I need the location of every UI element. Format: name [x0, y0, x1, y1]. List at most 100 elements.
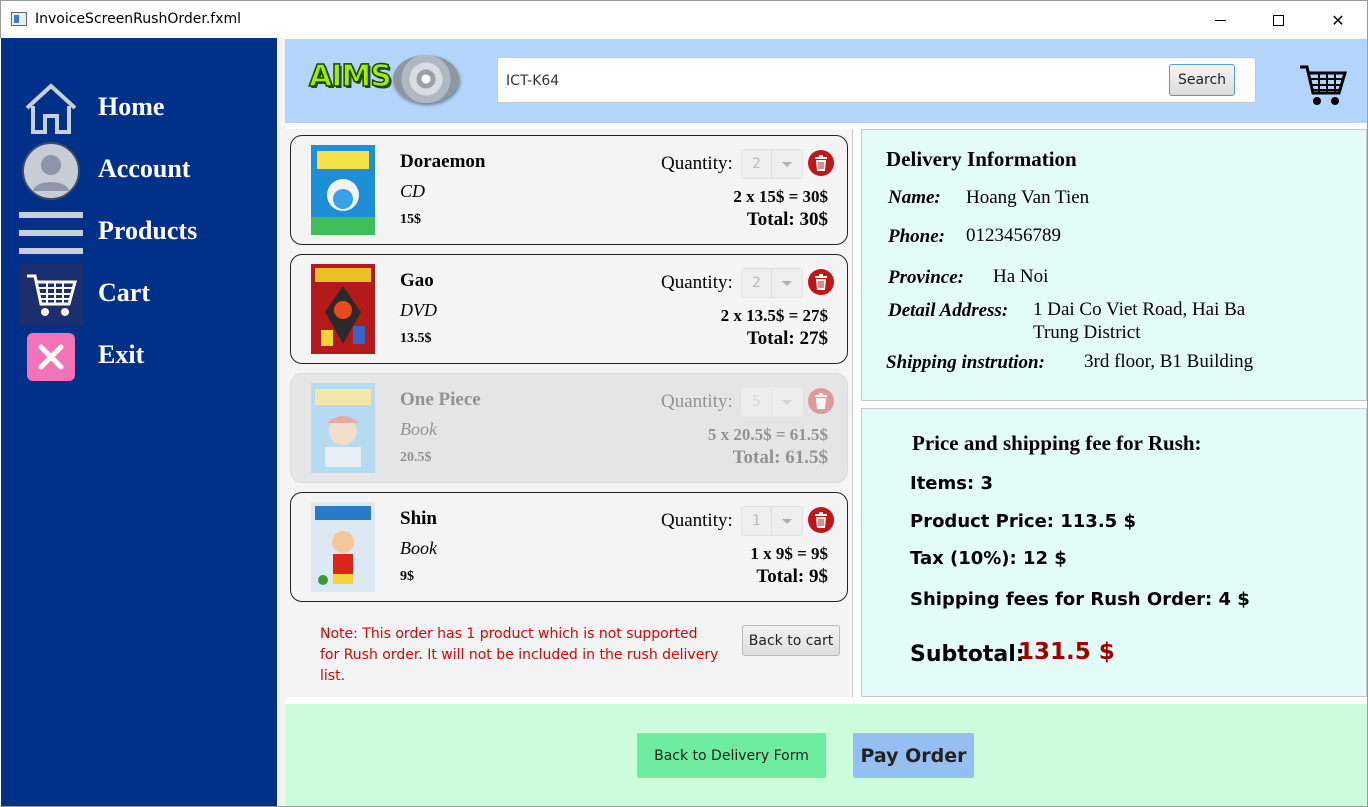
cart-item: Gao DVD 13.5$ Quantity: 2 2 x 13.5$ = 27…	[290, 254, 848, 364]
window-title: InvoiceScreenRushOrder.fxml	[35, 11, 242, 27]
product-image	[311, 264, 375, 354]
header: AIMS Search	[285, 39, 1367, 123]
product-type: Book	[400, 538, 437, 558]
sidebar-item-exit[interactable]: Exit	[1, 326, 277, 388]
back-to-delivery-form-button[interactable]: Back to Delivery Form	[637, 733, 826, 778]
cd-icon	[393, 55, 459, 103]
quantity-value: 2	[752, 156, 761, 172]
item-total: Total: 30$	[746, 209, 828, 230]
minimize-icon[interactable]	[1191, 1, 1249, 39]
phone-label: Phone:	[888, 226, 945, 247]
delete-icon[interactable]	[808, 269, 834, 295]
quantity-label: Quantity:	[661, 153, 733, 174]
cart-list-panel: Doraemon CD 15$ Quantity: 2 2 x 15$ = 30…	[285, 129, 853, 697]
product-price: 9$	[400, 569, 414, 584]
item-formula: 5 x 20.5$ = 61.5$	[707, 425, 828, 444]
sidebar-item-label: Home	[98, 92, 165, 121]
app-icon	[11, 12, 27, 26]
search-input[interactable]	[506, 70, 1146, 92]
product-image	[311, 502, 375, 592]
product-image	[311, 145, 375, 235]
item-total: Total: 27$	[746, 328, 828, 349]
sidebar-item-label: Account	[98, 154, 191, 183]
cart-icon[interactable]	[1299, 63, 1348, 107]
price-title: Price and shipping fee for Rush:	[912, 431, 1202, 455]
instruction-label: Shipping instrution:	[886, 352, 1045, 373]
quantity-select[interactable]: 2	[741, 149, 803, 179]
item-total: Total: 61.5$	[732, 447, 828, 468]
sidebar-item-label: Products	[98, 216, 198, 245]
subtotal-value: 131.5 $	[1018, 639, 1115, 665]
product-type: DVD	[400, 300, 437, 320]
rush-order-note: Note: This order has 1 product which is …	[320, 626, 719, 684]
exit-icon	[19, 326, 83, 388]
product-price-total: Product Price: 113.5 $	[910, 511, 1136, 532]
product-name: Shin	[400, 508, 437, 529]
quantity-label: Quantity:	[661, 510, 733, 531]
address-value-line1: 1 Dai Co Viet Road, Hai Ba	[1033, 299, 1246, 320]
product-price: 15$	[400, 212, 421, 227]
account-icon	[19, 140, 83, 202]
maximize-icon[interactable]	[1249, 1, 1307, 39]
product-price: 13.5$	[400, 331, 432, 346]
address-label: Detail Address:	[888, 300, 1009, 321]
quantity-label: Quantity:	[661, 272, 733, 293]
address-value-line2: Trung District	[1033, 322, 1141, 343]
items-count: Items: 3	[910, 473, 993, 494]
product-type: CD	[400, 181, 426, 201]
sidebar-item-cart[interactable]: Cart	[1, 264, 277, 326]
delete-icon	[808, 388, 834, 414]
province-label: Province:	[888, 267, 964, 288]
chevron-down-icon	[782, 162, 792, 167]
cart-item: Doraemon CD 15$ Quantity: 2 2 x 15$ = 30…	[290, 135, 848, 245]
quantity-value: 5	[752, 394, 761, 410]
phone-value: 0123456789	[966, 225, 1061, 246]
delete-icon[interactable]	[808, 507, 834, 533]
delete-icon[interactable]	[808, 150, 834, 176]
tax-amount: Tax (10%): 12 $	[910, 548, 1067, 569]
name-value: Hoang Van Tien	[966, 187, 1090, 208]
subtotal-label: Subtotal:	[910, 642, 1025, 667]
sidebar-item-products[interactable]: Products	[1, 202, 277, 264]
sidebar-item-label: Cart	[98, 278, 150, 307]
back-to-cart-button[interactable]: Back to cart	[742, 625, 840, 656]
chevron-down-icon	[782, 281, 792, 286]
cart-item-unsupported: One Piece Book 20.5$ Quantity: 5 5 x 20.…	[290, 373, 848, 483]
instruction-value: 3rd floor, B1 Building	[1084, 351, 1254, 372]
window-titlebar: InvoiceScreenRushOrder.fxml ✕	[0, 0, 1368, 38]
cart-icon	[19, 264, 83, 326]
search-button[interactable]: Search	[1169, 64, 1235, 96]
shipping-fee: Shipping fees for Rush Order: 4 $	[910, 589, 1250, 610]
app-logo: AIMS	[308, 58, 392, 95]
product-name: Doraemon	[400, 151, 486, 172]
sidebar-item-label: Exit	[98, 340, 145, 369]
item-total: Total: 9$	[756, 566, 828, 587]
sidebar-item-home[interactable]: Home	[1, 78, 277, 140]
quantity-select: 5	[741, 387, 803, 417]
home-icon	[19, 78, 83, 140]
chevron-down-icon	[782, 519, 792, 524]
province-value: Ha Noi	[993, 266, 1049, 287]
quantity-value: 1	[752, 513, 761, 529]
separator	[277, 38, 285, 806]
sidebar-item-account[interactable]: Account	[1, 140, 277, 202]
product-name: Gao	[400, 270, 434, 291]
item-formula: 1 x 9$ = 9$	[750, 544, 828, 563]
menu-icon	[19, 202, 83, 264]
price-panel: Price and shipping fee for Rush: Items: …	[861, 408, 1367, 697]
cart-item: Shin Book 9$ Quantity: 1 1 x 9$ = 9$ Tot…	[290, 492, 848, 602]
pay-order-button[interactable]: Pay Order	[853, 733, 974, 778]
search-bar: Search	[497, 57, 1256, 103]
quantity-label: Quantity:	[661, 391, 733, 412]
sidebar: Home Account Products Cart Exit	[1, 38, 277, 806]
product-type: Book	[400, 419, 437, 439]
footer: Back to Delivery Form Pay Order	[285, 704, 1367, 806]
quantity-select[interactable]: 2	[741, 268, 803, 298]
close-icon[interactable]: ✕	[1309, 1, 1367, 39]
item-formula: 2 x 13.5$ = 27$	[720, 306, 828, 325]
quantity-select[interactable]: 1	[741, 506, 803, 536]
quantity-value: 2	[752, 275, 761, 291]
delivery-title: Delivery Information	[886, 147, 1077, 171]
product-name: One Piece	[400, 389, 481, 410]
name-label: Name:	[888, 187, 941, 208]
